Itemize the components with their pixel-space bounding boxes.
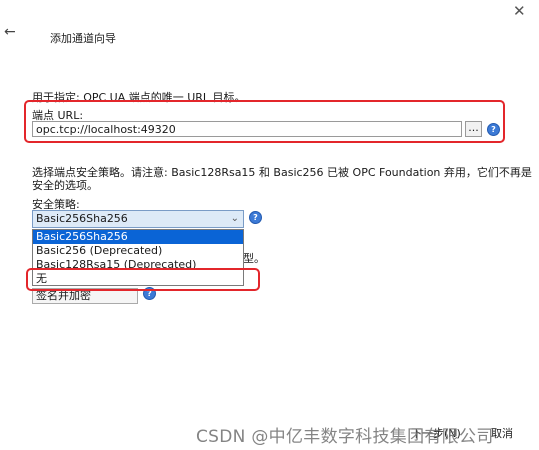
message-mode-label-partial: 型。: [243, 252, 265, 265]
dropdown-option[interactable]: Basic256Sha256: [33, 230, 243, 244]
security-description-line1: 选择端点安全策略。请注意: Basic128Rsa15 和 Basic256 已…: [32, 166, 532, 179]
wizard-title: 添加通道向导: [50, 32, 116, 45]
security-policy-selected-value: Basic256Sha256: [36, 212, 128, 225]
option-highlight-box: [26, 268, 260, 291]
help-icon[interactable]: ?: [249, 211, 262, 224]
browse-button[interactable]: ...: [465, 121, 482, 137]
close-icon[interactable]: ✕: [513, 2, 526, 20]
security-description-line2: 安全的选项。: [32, 179, 98, 192]
back-arrow-icon[interactable]: ←: [4, 24, 16, 40]
cancel-button[interactable]: 取消: [491, 425, 513, 441]
endpoint-url-input[interactable]: opc.tcp://localhost:49320: [32, 121, 462, 137]
watermark: CSDN @中亿丰数字科技集团有限公司: [196, 427, 494, 447]
dropdown-option[interactable]: Basic256 (Deprecated): [33, 244, 243, 258]
security-policy-select[interactable]: Basic256Sha256 ⌄: [32, 210, 244, 228]
help-icon[interactable]: ?: [487, 123, 500, 136]
chevron-down-icon: ⌄: [230, 213, 239, 224]
